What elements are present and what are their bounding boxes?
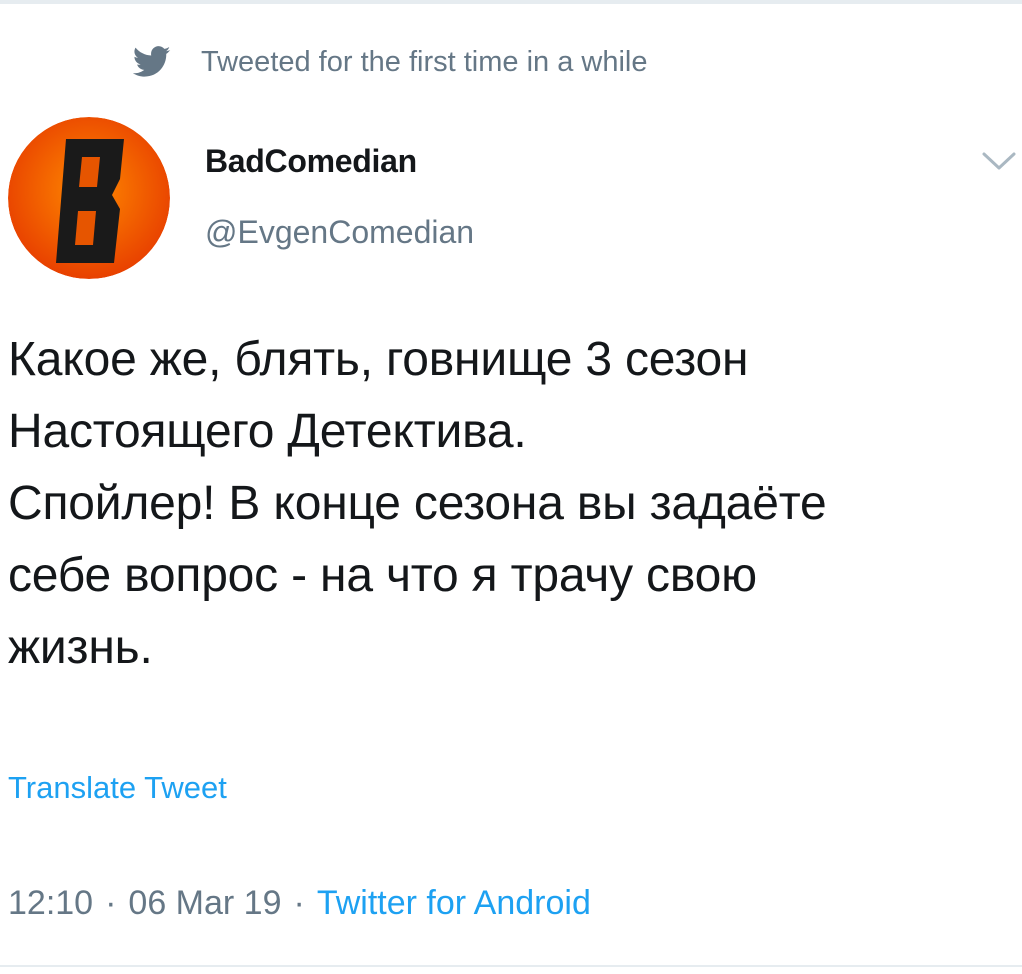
avatar[interactable] xyxy=(8,117,170,279)
tweet-time: 12:10 xyxy=(8,884,94,922)
social-context-text: Tweeted for the first time in a while xyxy=(201,45,648,78)
chevron-down-icon[interactable] xyxy=(980,146,1018,174)
bottom-divider xyxy=(0,965,1022,967)
tweet-text: Какое же, блять, говнище 3 сезон Настоящ… xyxy=(8,333,827,674)
author-display-name[interactable]: BadComedian xyxy=(205,143,417,180)
translate-tweet-link[interactable]: Translate Tweet xyxy=(8,770,227,806)
tweet-meta: 12:10 · 06 Mar 19 · Twitter for Android xyxy=(8,884,591,923)
meta-separator: · xyxy=(105,884,117,922)
social-context: Tweeted for the first time in a while xyxy=(132,40,648,84)
top-divider xyxy=(0,0,1022,4)
twitter-bird-icon xyxy=(132,46,171,78)
tweet-date: 06 Mar 19 xyxy=(128,884,282,922)
meta-separator: · xyxy=(293,884,305,922)
author-handle[interactable]: @EvgenComedian xyxy=(205,214,474,251)
tweet-source-link[interactable]: Twitter for Android xyxy=(317,884,591,923)
